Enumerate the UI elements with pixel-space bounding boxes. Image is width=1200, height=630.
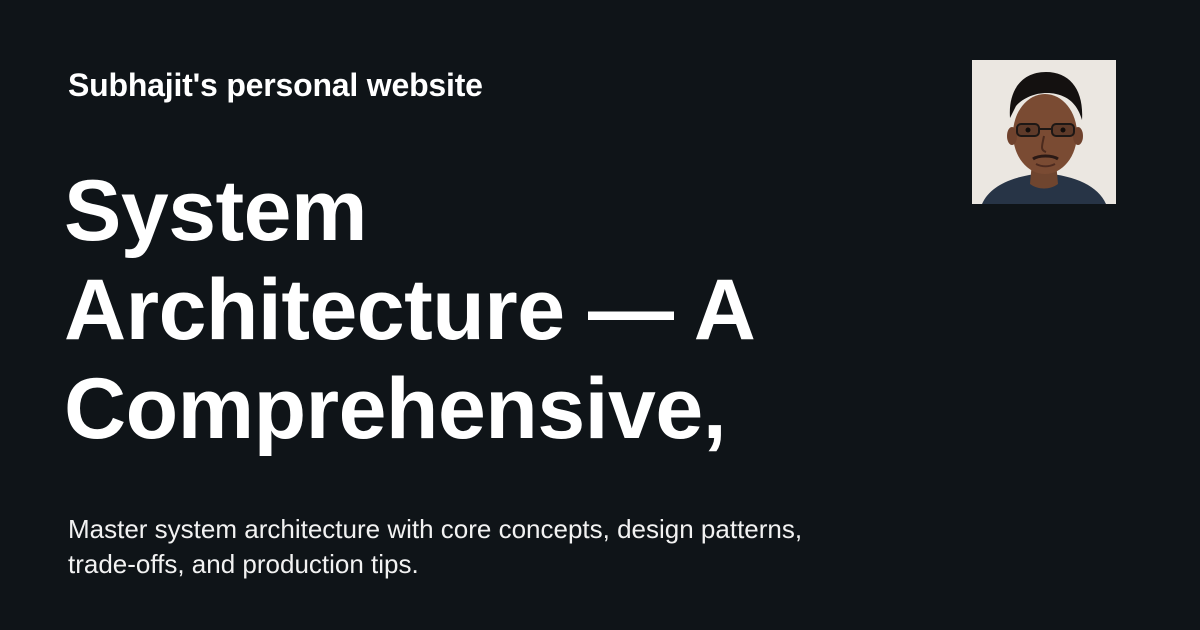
- post-description: Master system architecture with core con…: [68, 512, 908, 582]
- post-title-line: Architecture — A: [64, 262, 756, 358]
- post-description-line: Master system architecture with core con…: [68, 514, 803, 544]
- post-description-line: trade-offs, and production tips.: [68, 549, 419, 579]
- post-title-line: System: [64, 163, 367, 259]
- author-avatar: [972, 60, 1116, 204]
- site-name: Subhajit's personal website: [68, 67, 483, 103]
- post-title-line: Comprehensive,: [64, 361, 727, 457]
- post-title: System Architecture — A Comprehensive,: [64, 162, 904, 459]
- author-avatar-icon: [972, 60, 1116, 204]
- og-card: Subhajit's personal website System Archi…: [0, 0, 1200, 630]
